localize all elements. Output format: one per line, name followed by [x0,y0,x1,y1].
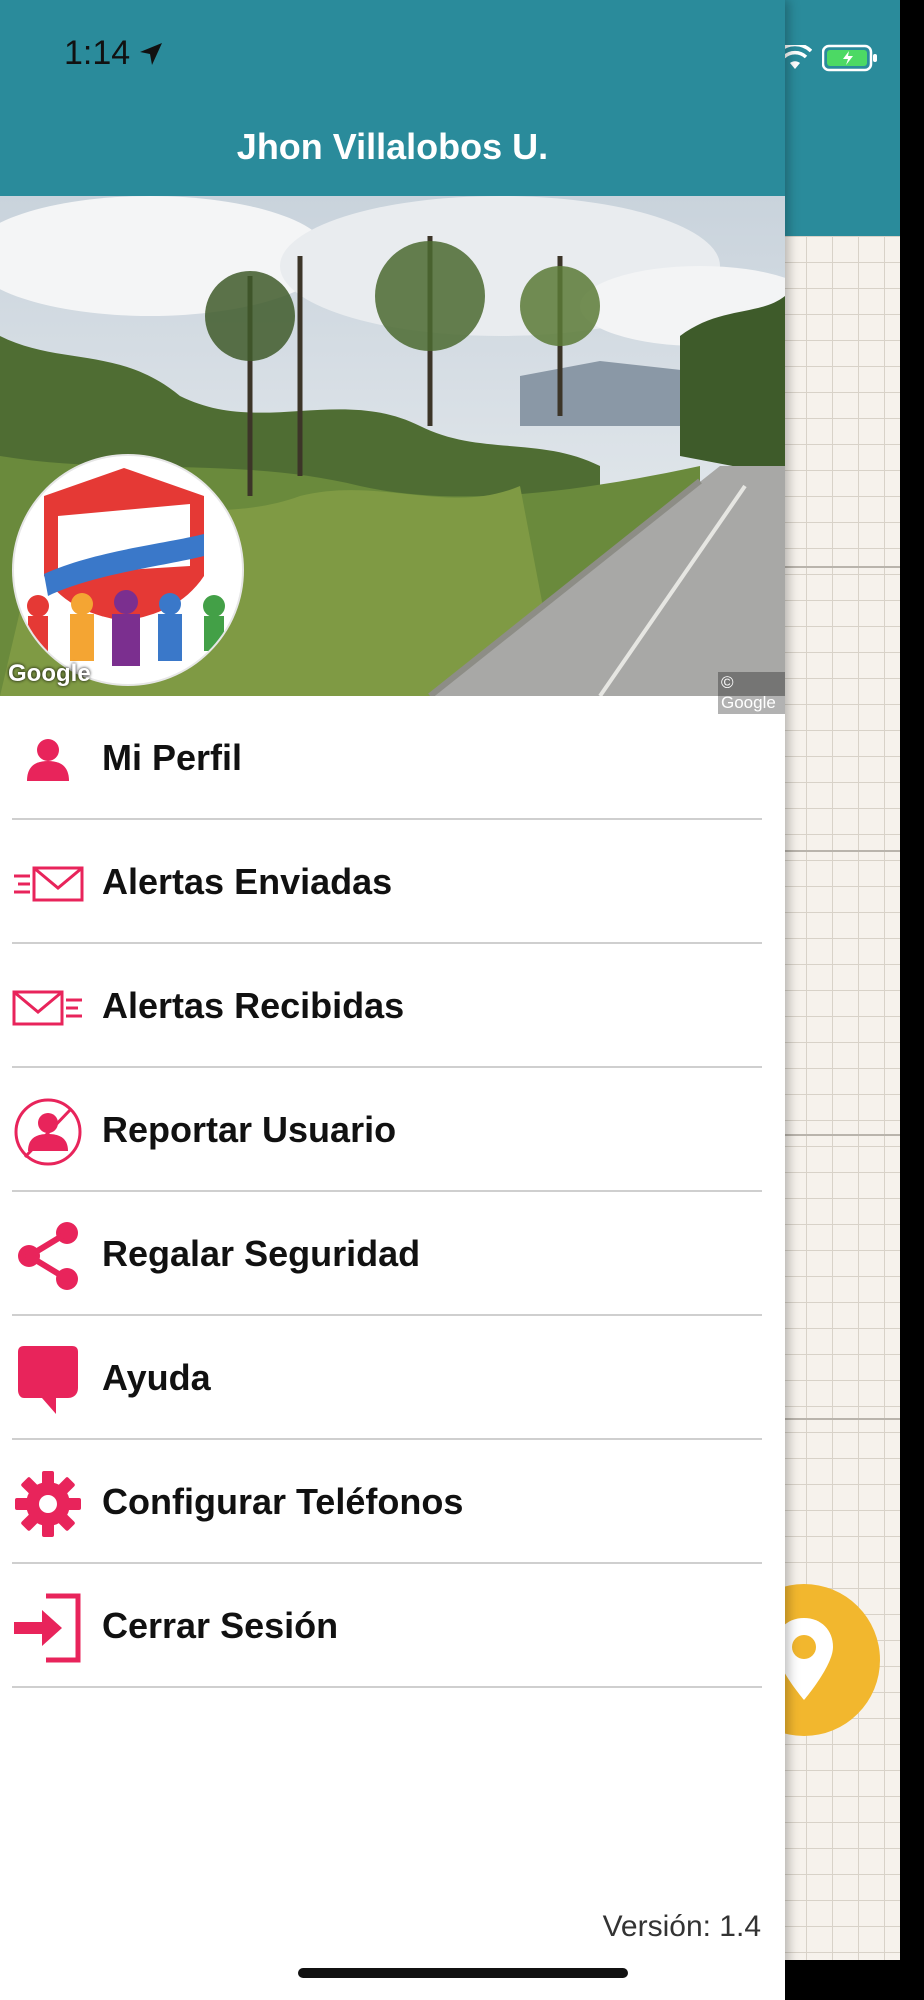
chat-bubble-icon [12,1344,84,1416]
grid-divider [785,1134,900,1136]
received-mail-icon [12,972,84,1044]
drawer-header: 1:14 Jhon Villalobos U. [0,0,785,196]
divider [12,1686,762,1688]
menu-label: Cerrar Sesión [102,1605,339,1646]
menu-label: Alertas Recibidas [102,985,405,1026]
share-icon [12,1220,84,1292]
menu-item-alertas-enviadas[interactable]: Alertas Enviadas [0,820,785,944]
user-name: Jhon Villalobos U. [236,126,549,167]
menu-item-cerrar-sesion[interactable]: Cerrar Sesión [0,1564,785,1688]
battery-icon [822,44,877,72]
menu-item-reportar-usuario[interactable]: Reportar Usuario [0,1068,785,1192]
menu-label: Reportar Usuario [102,1109,397,1150]
menu-label: Regalar Seguridad [102,1233,421,1274]
menu-item-configurar-telefonos[interactable]: Configurar Teléfonos [0,1440,785,1564]
app-logo [12,454,244,686]
logout-icon [12,1592,84,1664]
menu-label: Mi Perfil [102,737,243,778]
google-watermark: Google [8,660,91,687]
menu-label: Ayuda [102,1357,211,1398]
menu-label: Alertas Enviadas [102,861,393,902]
location-arrow-icon [140,42,163,65]
menu-item-mi-perfil[interactable]: Mi Perfil [0,696,785,820]
drawer-menu: Mi Perfil Alertas Enviadas Alertas Recib… [0,696,785,1688]
navigation-drawer: 1:14 Jhon Villalobos U. Google © Google … [0,0,785,2000]
app-version: Versión: 1.4 [602,1910,761,1943]
status-time-text: 1:14 [64,34,131,72]
home-indicator[interactable] [298,1968,628,1978]
sent-mail-icon [12,848,84,920]
menu-label: Configurar Teléfonos [102,1481,464,1522]
user-icon [12,724,84,796]
report-user-icon [12,1096,84,1168]
grid-divider [785,1418,900,1420]
menu-item-ayuda[interactable]: Ayuda [0,1316,785,1440]
gear-icon [12,1468,84,1540]
menu-item-alertas-recibidas[interactable]: Alertas Recibidas [0,944,785,1068]
grid-divider [785,850,900,852]
menu-item-regalar-seguridad[interactable]: Regalar Seguridad [0,1192,785,1316]
grid-divider [785,566,900,568]
status-time: 1:14 [64,34,164,73]
